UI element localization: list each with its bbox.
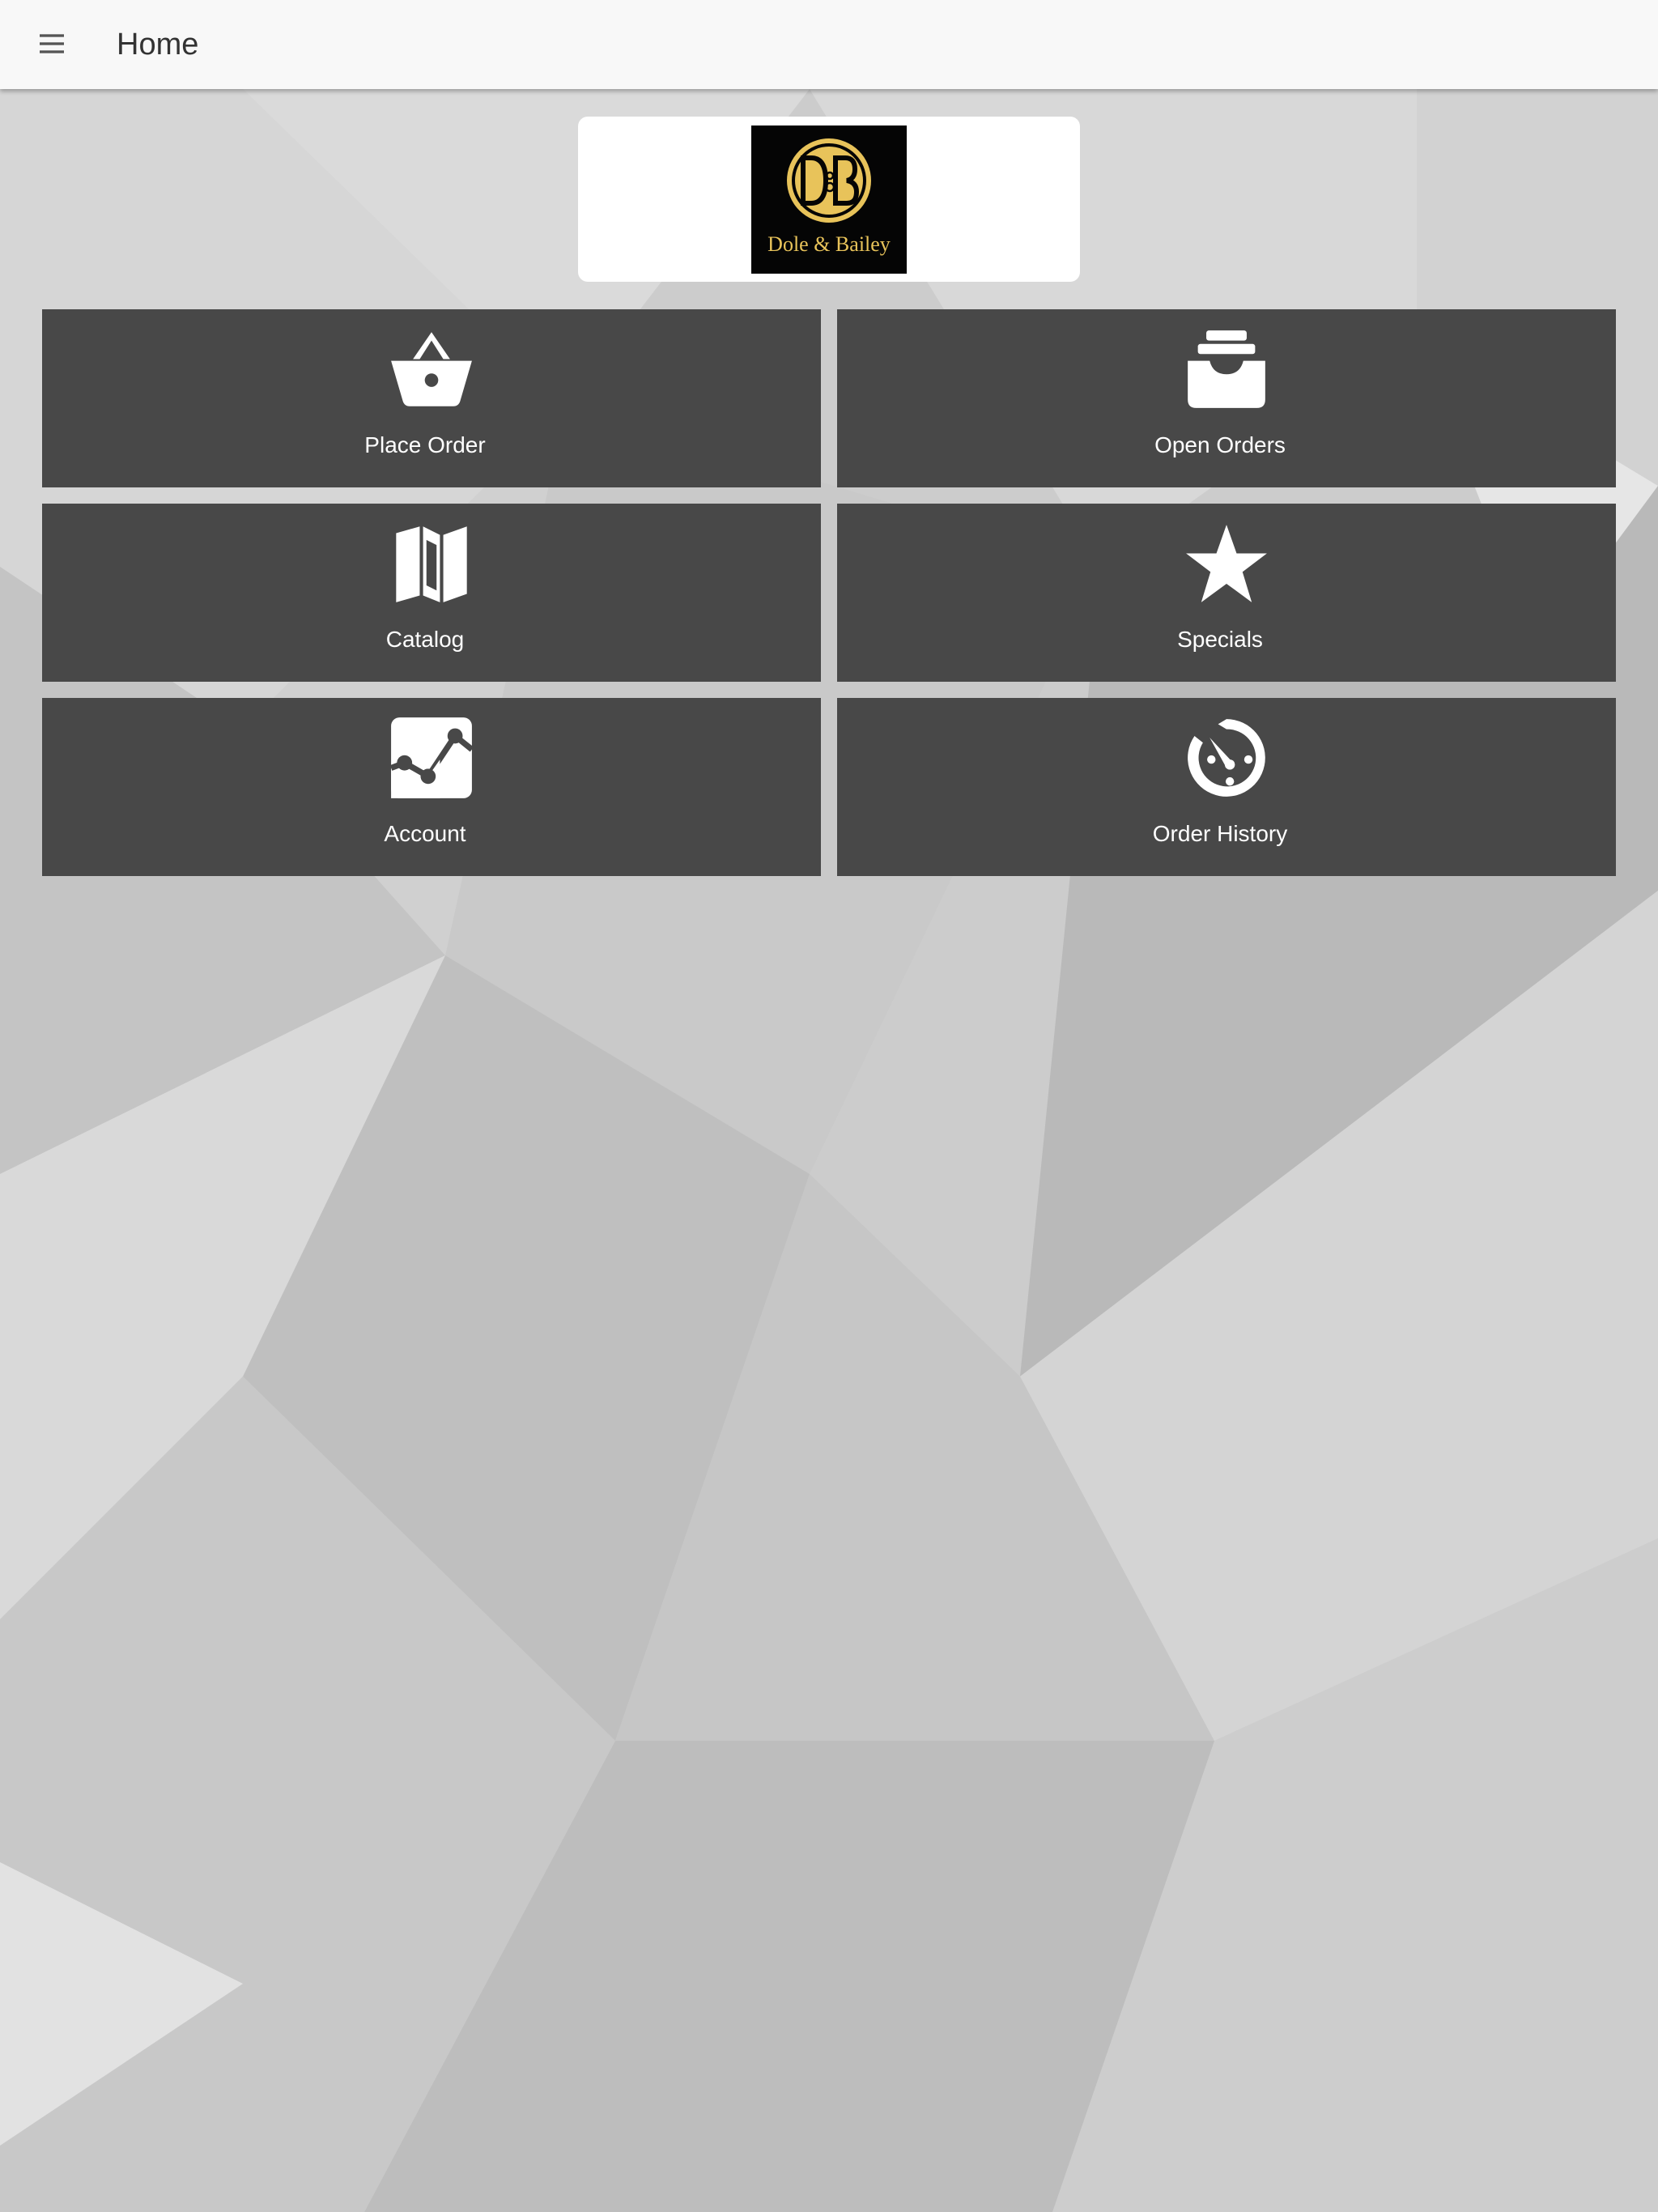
catalog-label: Catalog <box>385 627 465 652</box>
order-history-label: Order History <box>1152 821 1288 846</box>
top-app-bar: Home <box>0 0 1658 89</box>
line-chart-icon <box>389 716 474 800</box>
specials-label: Specials <box>1177 627 1263 652</box>
catalog-tile[interactable]: Catalog <box>42 504 821 682</box>
open-orders-label: Open Orders <box>1154 432 1286 457</box>
menu-button[interactable] <box>24 16 79 71</box>
hamburger-menu-icon <box>40 34 64 53</box>
account-label: Account <box>384 821 466 846</box>
specials-tile[interactable]: Specials <box>837 504 1616 682</box>
star-icon <box>1184 521 1269 606</box>
place-order-label: Place Order <box>364 432 486 457</box>
place-order-tile[interactable]: Place Order <box>42 309 821 487</box>
dole-bailey-logo: Dole & Bailey <box>751 125 907 274</box>
logo-card: Dole & Bailey <box>578 117 1080 282</box>
order-history-tile[interactable]: Order History <box>837 698 1616 876</box>
folded-map-icon <box>389 521 474 606</box>
page-title: Home <box>117 28 199 62</box>
basket-icon <box>389 327 474 411</box>
inbox-tray-icon <box>1184 327 1269 411</box>
account-tile[interactable]: Account <box>42 698 821 876</box>
clock-history-icon <box>1184 716 1269 800</box>
logo-brand-name: Dole & Bailey <box>767 232 891 256</box>
open-orders-tile[interactable]: Open Orders <box>837 309 1616 487</box>
